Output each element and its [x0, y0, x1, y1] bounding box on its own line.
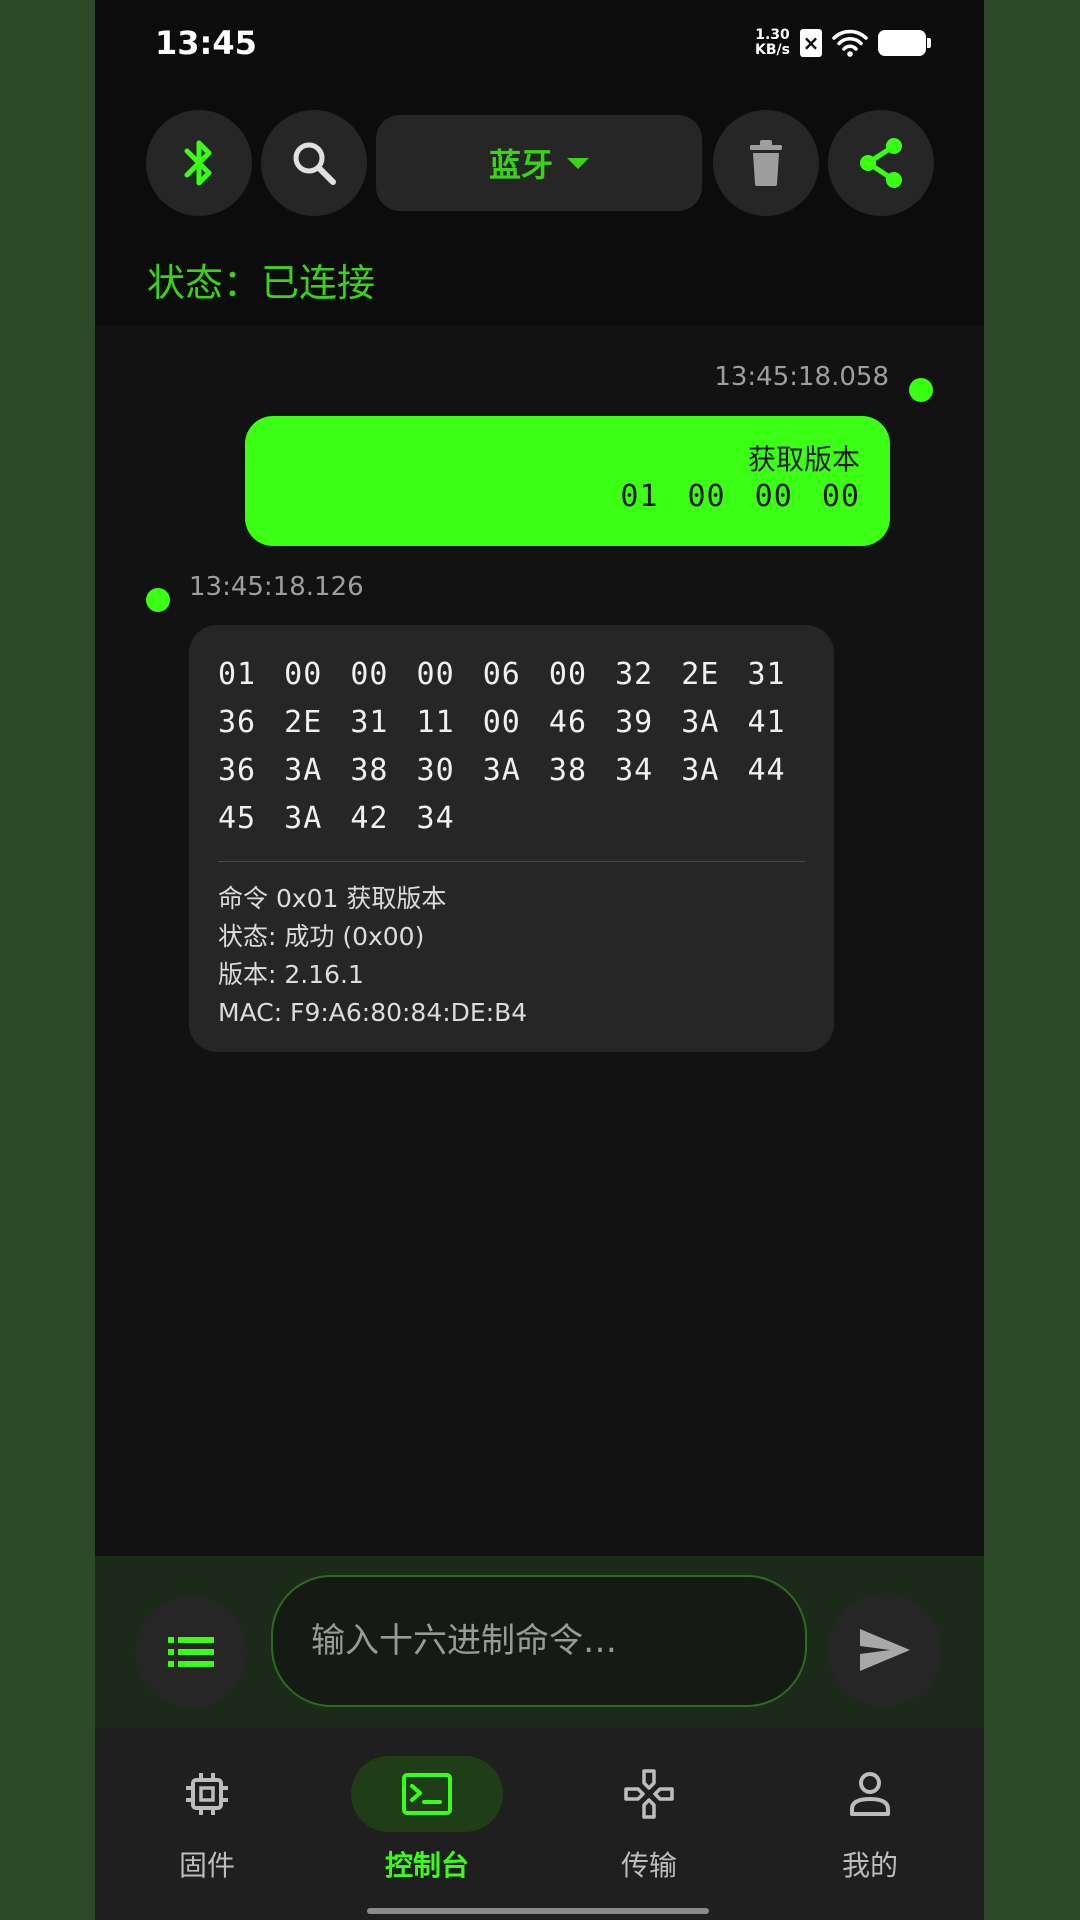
nav-label: 控制台 — [384, 1849, 469, 1882]
person-icon — [850, 1772, 890, 1816]
nav-icon-container — [794, 1756, 946, 1832]
share-icon — [860, 138, 902, 188]
nav-icon-container — [351, 1756, 503, 1832]
home-indicator[interactable] — [367, 1908, 709, 1914]
received-indicator-dot — [146, 588, 170, 612]
sent-timestamp: 13:45:18.058 — [714, 362, 889, 392]
received-timestamp: 13:45:18.126 — [189, 572, 364, 602]
connection-status: 状态：已连接 — [147, 261, 376, 305]
nav-item-firmware[interactable]: 固件 — [112, 1756, 302, 1884]
send-icon — [860, 1629, 910, 1671]
trash-icon — [750, 140, 782, 186]
bluetooth-button[interactable] — [146, 110, 252, 216]
received-message-bubble[interactable]: 01 00 00 00 06 00 32 2E 31 36 2E 31 11 0… — [189, 625, 834, 1052]
hex-line: 45 3A 42 34 — [218, 801, 455, 836]
decoded-line: 状态: 成功 (0x00) — [218, 922, 425, 951]
nav-label: 我的 — [841, 1849, 898, 1882]
input-bar — [95, 1556, 984, 1728]
nav-icon-container — [131, 1756, 283, 1832]
bottom-navigation: 固件 控制台 传输 我的 — [95, 1728, 984, 1920]
nav-item-profile[interactable]: 我的 — [775, 1756, 965, 1884]
nav-item-transfer[interactable]: 传输 — [554, 1756, 744, 1884]
status-time: 13:45 — [155, 24, 257, 62]
nav-item-console[interactable]: 控制台 — [332, 1756, 522, 1884]
chevron-down-icon — [567, 157, 589, 169]
bluetooth-icon — [184, 140, 212, 186]
list-icon — [168, 1637, 214, 1667]
hex-line: 36 3A 38 30 3A 38 34 3A 44 — [218, 753, 786, 788]
hex-line: 36 2E 31 11 00 46 39 3A 41 — [218, 705, 786, 740]
wifi-icon — [832, 29, 868, 57]
sent-indicator-dot — [909, 378, 933, 402]
search-icon — [293, 142, 336, 185]
decoded-line: MAC: F9:A6:80:84:DE:B4 — [218, 998, 528, 1027]
divider — [218, 861, 805, 862]
decoded-line: 命令 0x01 获取版本 — [218, 884, 447, 913]
gamepad-icon — [624, 1769, 674, 1819]
hex-line: 01 00 00 00 06 00 32 2E 31 — [218, 657, 786, 692]
decoded-line: 版本: 2.16.1 — [218, 960, 364, 989]
delete-button[interactable] — [713, 110, 819, 216]
send-button[interactable] — [828, 1593, 942, 1707]
nav-label: 传输 — [620, 1849, 677, 1882]
sent-message-bubble[interactable]: 获取版本 01 00 00 00 — [245, 416, 890, 546]
net-speed: 1.30 KB/s — [755, 27, 790, 58]
no-sim-icon: × — [800, 29, 822, 57]
sent-message-label: 获取版本 — [747, 443, 860, 476]
message-log[interactable]: 13:45:18.058 获取版本 01 00 00 00 13:45:18.1… — [95, 326, 984, 1556]
command-list-button[interactable] — [135, 1596, 247, 1708]
share-button[interactable] — [828, 110, 934, 216]
battery-icon — [878, 30, 931, 56]
nav-icon-container — [573, 1756, 725, 1832]
hex-command-input[interactable] — [271, 1575, 807, 1707]
terminal-icon — [402, 1773, 452, 1815]
app-screen: 13:45 1.30 KB/s × 蓝牙 状态：已连接 13:45:18.058… — [95, 0, 984, 1920]
status-icons: 1.30 KB/s × — [755, 27, 931, 58]
decoded-info: 命令 0x01 获取版本 状态: 成功 (0x00) 版本: 2.16.1 MA… — [218, 880, 805, 1032]
nav-label: 固件 — [178, 1849, 235, 1882]
search-button[interactable] — [261, 110, 367, 216]
top-bar: 13:45 1.30 KB/s × 蓝牙 状态：已连接 — [95, 0, 984, 326]
received-hex-lines: 01 00 00 00 06 00 32 2E 31 36 2E 31 11 0… — [218, 651, 805, 843]
sent-message-hex: 01 00 00 00 — [620, 479, 860, 514]
connection-type-selector[interactable]: 蓝牙 — [376, 115, 702, 211]
chip-icon — [186, 1773, 228, 1815]
connection-type-label: 蓝牙 — [488, 146, 553, 184]
